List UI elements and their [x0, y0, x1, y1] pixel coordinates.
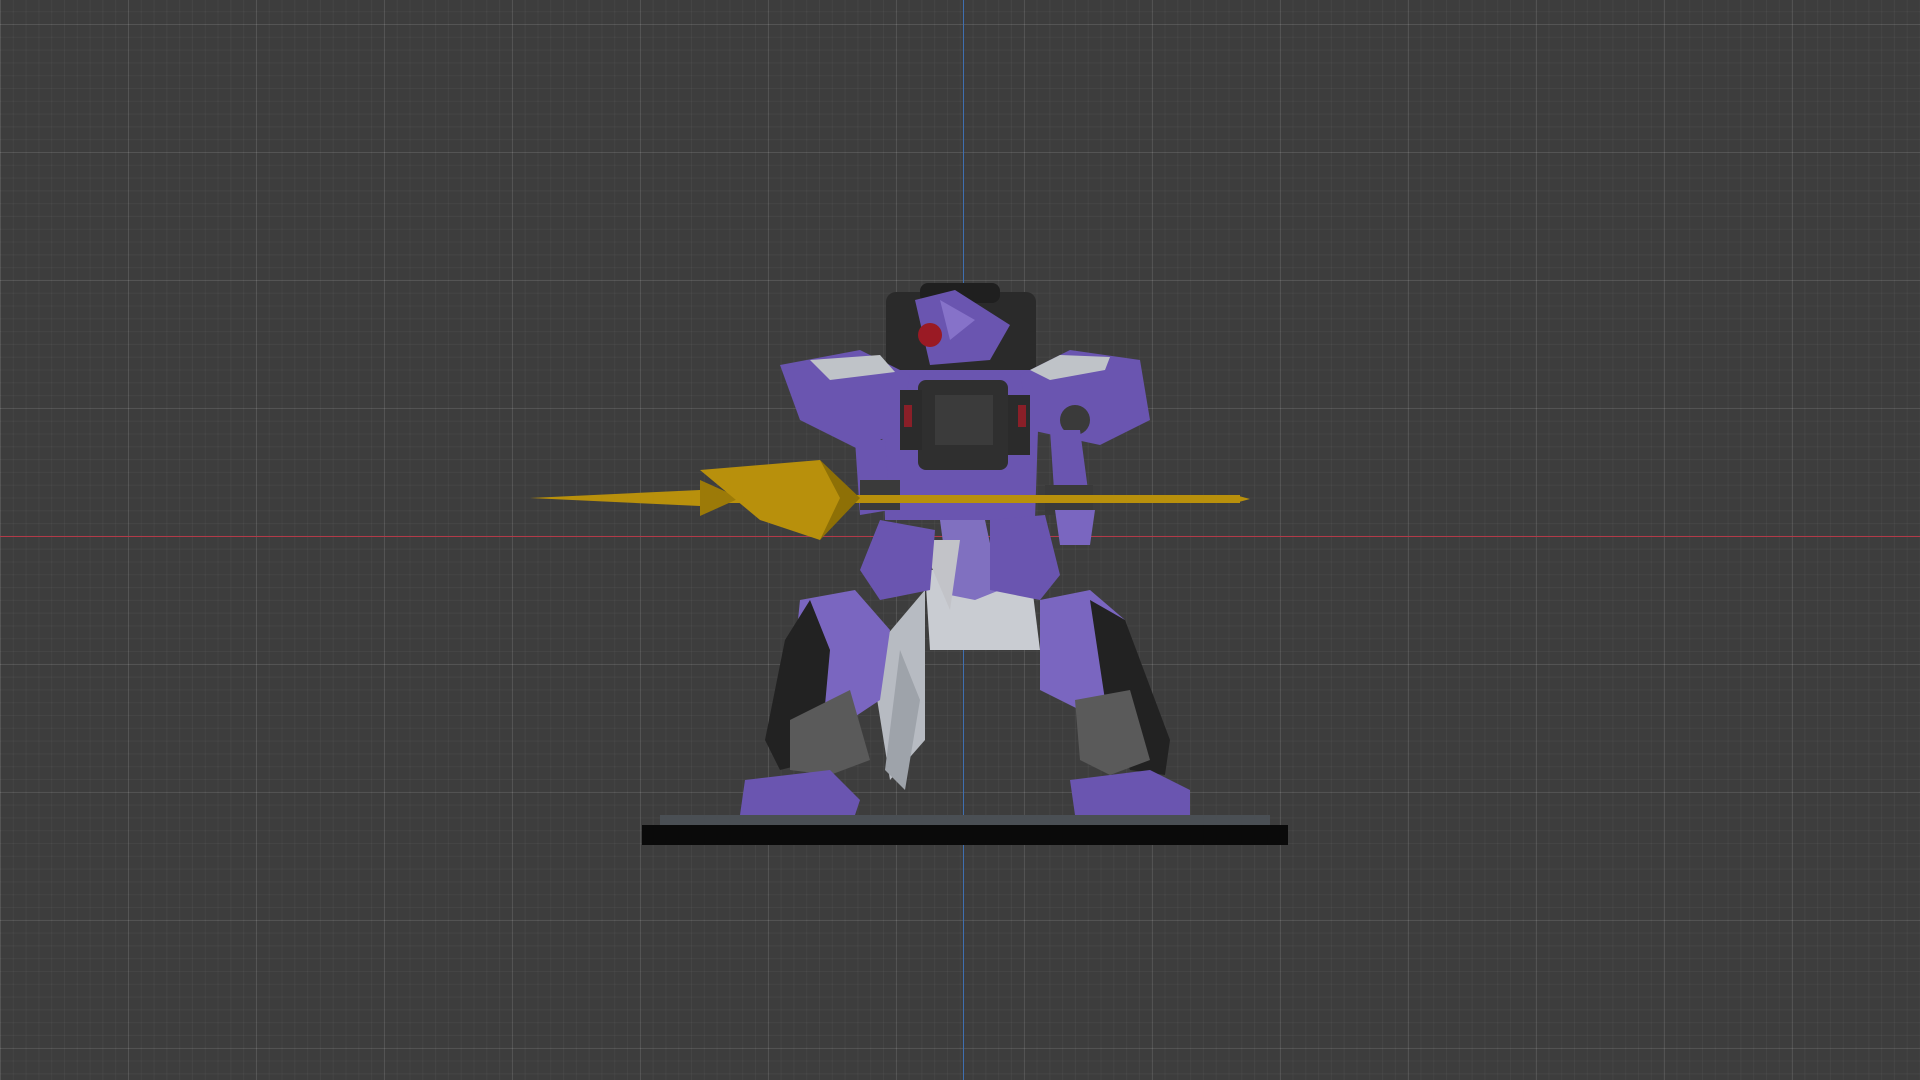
eye-icon [918, 323, 942, 347]
right-leg [990, 515, 1190, 815]
3d-viewport[interactable] [0, 0, 1920, 1080]
right-arm [1045, 430, 1095, 545]
robot-model[interactable] [0, 0, 1920, 1080]
cloth-skirt [870, 570, 1040, 790]
display-base [642, 815, 1288, 845]
